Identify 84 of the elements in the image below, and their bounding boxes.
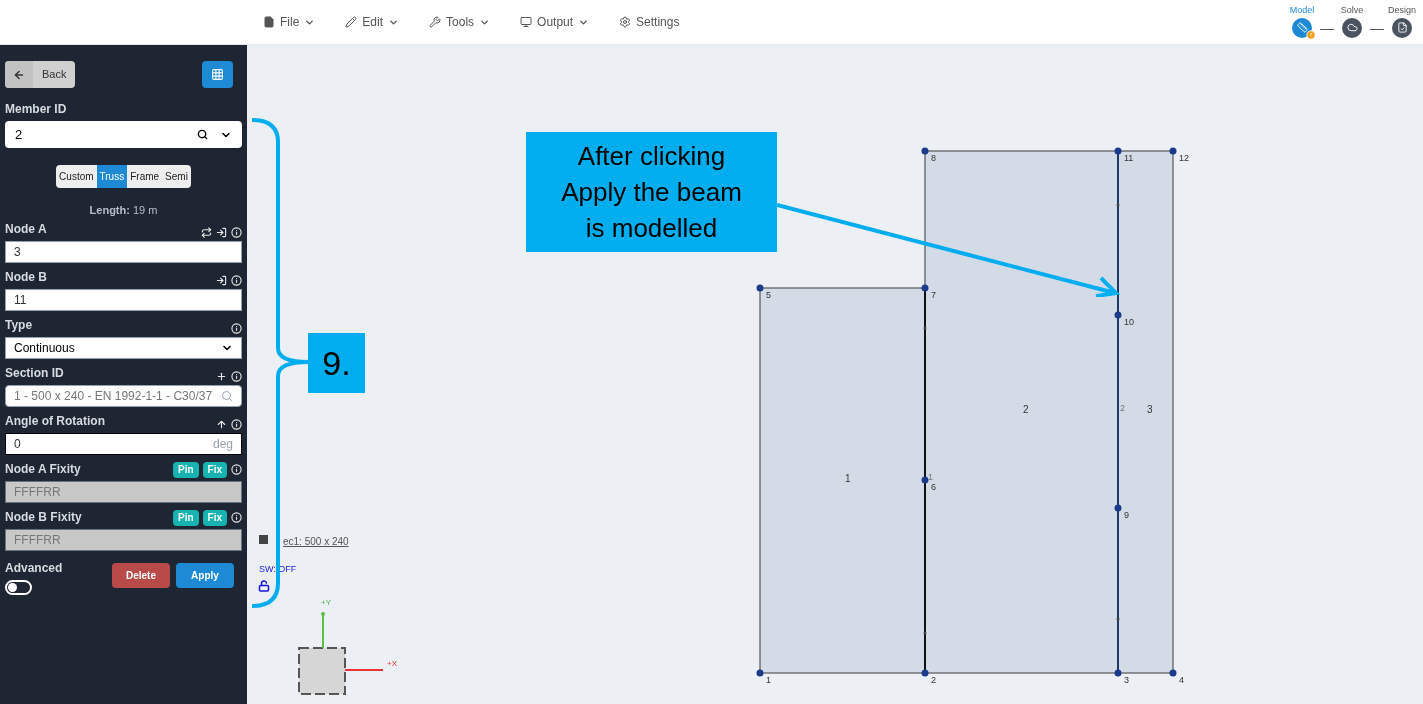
section-swatch-icon bbox=[259, 535, 268, 544]
member-type-tab[interactable]: Semi bbox=[162, 165, 191, 188]
info-icon[interactable] bbox=[231, 418, 242, 430]
axis-label: +X bbox=[387, 658, 397, 670]
back-button[interactable]: Back bbox=[5, 61, 76, 88]
workflow-step[interactable]: Design bbox=[1384, 4, 1420, 38]
field-label: Advanced bbox=[5, 559, 63, 577]
lock-open-icon[interactable] bbox=[258, 580, 270, 592]
callout-box: After clicking Apply the beam is modelled bbox=[526, 132, 777, 252]
node-label: 7 bbox=[931, 289, 936, 302]
node-label: 8 bbox=[931, 152, 936, 165]
table-button[interactable] bbox=[202, 61, 233, 88]
info-icon[interactable] bbox=[231, 226, 242, 238]
workflow-step[interactable]: Model bbox=[1284, 4, 1320, 38]
step-badge: 9. bbox=[308, 333, 365, 393]
field-label: Node B Fixity bbox=[5, 508, 82, 526]
member-id-dropdown[interactable]: 2 bbox=[5, 121, 242, 148]
node-label: 9 bbox=[1124, 509, 1129, 522]
node-label: 12 bbox=[1179, 152, 1189, 165]
member-type-tab[interactable]: Truss bbox=[96, 165, 128, 188]
unit-label: deg bbox=[212, 435, 233, 453]
member-label: 2 bbox=[1120, 402, 1125, 415]
field-label: Type bbox=[5, 316, 33, 334]
length-value: 19 m bbox=[132, 203, 158, 218]
text-field[interactable]: 11 bbox=[5, 288, 242, 311]
field-label: Section ID bbox=[5, 364, 64, 382]
info-icon[interactable] bbox=[231, 274, 242, 286]
node-label: 11 bbox=[1124, 152, 1134, 165]
plate-label: 1 bbox=[845, 472, 851, 486]
info-icon[interactable] bbox=[231, 512, 242, 523]
menu-item[interactable]: Output bbox=[520, 13, 590, 31]
node-label: 6 bbox=[931, 481, 936, 494]
length-label: Length: bbox=[89, 203, 130, 218]
member-label: 1 bbox=[928, 471, 933, 484]
node-label: 4 bbox=[1179, 674, 1184, 687]
info-icon[interactable] bbox=[231, 370, 242, 382]
delete-button[interactable]: Delete bbox=[112, 562, 170, 588]
arrow-left-icon bbox=[13, 68, 25, 81]
member-type-tab[interactable]: Frame bbox=[127, 165, 163, 188]
import-icon[interactable] bbox=[216, 274, 227, 286]
swap-icon[interactable] bbox=[201, 226, 212, 238]
file-icon bbox=[263, 16, 275, 28]
menu-item[interactable]: File bbox=[263, 13, 316, 31]
document-icon bbox=[1396, 22, 1408, 33]
plate-label: 3 bbox=[1147, 403, 1153, 417]
warning-icon bbox=[1306, 29, 1316, 40]
workflow-step[interactable]: Solve bbox=[1334, 4, 1370, 38]
node-label: 5 bbox=[766, 289, 771, 302]
pencil-icon bbox=[345, 16, 358, 28]
table-icon bbox=[211, 68, 224, 81]
beam-icon bbox=[1296, 22, 1308, 33]
node-label: 2 bbox=[931, 674, 936, 687]
angle-field[interactable]: 0 deg bbox=[5, 432, 242, 455]
menu-item[interactable]: Settings bbox=[619, 13, 680, 31]
node-label: 3 bbox=[1124, 674, 1129, 687]
text-field[interactable]: 3 bbox=[5, 240, 242, 263]
plus-icon[interactable] bbox=[216, 370, 227, 382]
settings-icon bbox=[619, 16, 632, 28]
node-label: 10 bbox=[1124, 316, 1134, 329]
node-label: 1 bbox=[766, 674, 771, 687]
plate-label: 2 bbox=[1023, 403, 1029, 417]
field-label: Node A Fixity bbox=[5, 460, 81, 478]
field-label: Angle of Rotation bbox=[5, 412, 105, 430]
field-label: Node B bbox=[5, 268, 47, 286]
menu-item[interactable]: Edit bbox=[345, 13, 400, 31]
member-type-tab[interactable]: Custom bbox=[56, 165, 97, 188]
monitor-icon bbox=[520, 16, 533, 28]
apply-button[interactable]: Apply bbox=[176, 562, 234, 588]
arrow-up-icon[interactable] bbox=[216, 418, 227, 430]
type-dropdown[interactable]: Continuous bbox=[5, 336, 242, 359]
search-icon bbox=[221, 389, 233, 402]
menu-item[interactable]: Tools bbox=[429, 13, 491, 31]
advanced-toggle[interactable] bbox=[5, 579, 32, 595]
info-icon[interactable] bbox=[231, 322, 242, 334]
search-icon bbox=[197, 129, 208, 140]
import-icon[interactable] bbox=[216, 226, 227, 238]
info-icon[interactable] bbox=[231, 464, 242, 475]
wrench-icon bbox=[429, 16, 442, 28]
field-label: Node A bbox=[5, 220, 47, 238]
cloud-icon bbox=[1346, 22, 1358, 33]
section-link[interactable]: ec1: 500 x 240 bbox=[283, 534, 349, 549]
section-search-field[interactable]: 1 - 500 x 240 - EN 1992-1-1 - C30/37 bbox=[5, 384, 242, 407]
axis-label: +Y bbox=[321, 597, 331, 609]
field-label: Member ID bbox=[5, 101, 68, 118]
